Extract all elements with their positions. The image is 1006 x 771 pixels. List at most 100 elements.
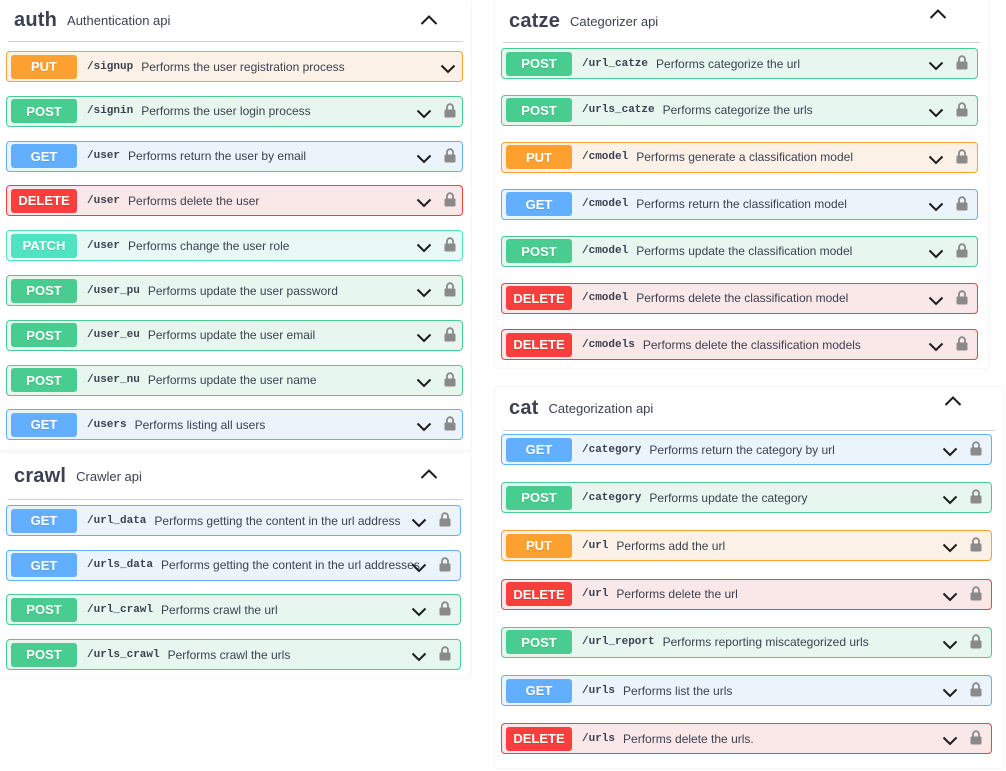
method-badge[interactable]: DELETE [11, 188, 77, 213]
chevron-down-icon[interactable] [411, 650, 427, 662]
chevron-down-icon[interactable] [942, 638, 958, 650]
lock-icon[interactable] [444, 327, 456, 342]
operation-put-row[interactable]: PUT/cmodel Performs generate a classifica… [501, 141, 978, 173]
operation-get-row[interactable]: GET/user Performs return the user by emai… [6, 140, 463, 172]
chevron-up-icon[interactable] [943, 393, 963, 409]
method-badge[interactable]: GET [11, 553, 77, 578]
chevron-down-icon[interactable] [928, 59, 944, 71]
lock-icon[interactable] [444, 192, 456, 207]
operation-get-row[interactable]: GET/url_data Performs getting the content… [6, 505, 461, 536]
chevron-down-icon[interactable] [928, 340, 944, 352]
method-badge[interactable]: DELETE [506, 286, 572, 310]
method-badge[interactable]: GET [11, 144, 77, 169]
chevron-down-icon[interactable] [411, 605, 427, 617]
lock-icon[interactable] [970, 586, 982, 601]
lock-icon[interactable] [970, 537, 982, 552]
lock-icon[interactable] [444, 103, 456, 118]
chevron-down-icon[interactable] [942, 734, 958, 746]
lock-icon[interactable] [956, 336, 968, 351]
chevron-down-icon[interactable] [942, 445, 958, 457]
operation-post-row[interactable]: POST/url_report Performs reporting miscat… [501, 626, 992, 658]
operation-post-row[interactable]: POST/urls_catze Performs categorize the u… [501, 94, 978, 126]
chevron-down-icon[interactable] [928, 200, 944, 212]
lock-icon[interactable] [439, 557, 451, 572]
tag-header-cat[interactable]: cat Categorization api [503, 387, 995, 431]
operation-get-row[interactable]: GET/users Performs listing all users [6, 409, 463, 441]
tag-header-auth[interactable]: auth Authentication api [8, 0, 463, 42]
operation-get-row[interactable]: GET/category Performs return the category… [501, 434, 992, 465]
method-badge[interactable]: POST [506, 239, 572, 264]
chevron-down-icon[interactable] [942, 590, 958, 602]
method-badge[interactable]: GET [506, 678, 572, 703]
method-badge[interactable]: POST [11, 642, 77, 667]
operation-post-row[interactable]: POST/cmodel Performs update the classific… [501, 235, 978, 267]
chevron-down-icon[interactable] [411, 561, 427, 573]
operation-put-row[interactable]: PUT/signup Performs the user registration… [6, 51, 463, 82]
method-badge[interactable]: POST [11, 368, 77, 393]
lock-icon[interactable] [970, 441, 982, 456]
method-badge[interactable]: DELETE [506, 582, 572, 607]
lock-icon[interactable] [970, 730, 982, 745]
lock-icon[interactable] [956, 55, 968, 70]
lock-icon[interactable] [956, 196, 968, 211]
chevron-down-icon[interactable] [416, 376, 432, 388]
method-badge[interactable]: PATCH [11, 233, 77, 258]
tag-header-crawl[interactable]: crawl Crawler api [8, 453, 463, 500]
operation-post-row[interactable]: POST/user_eu Performs update the user ema… [6, 319, 463, 351]
chevron-up-icon[interactable] [419, 12, 439, 28]
operation-post-row[interactable]: POST/category Performs update the categor… [501, 482, 992, 514]
method-badge[interactable]: POST [506, 51, 572, 76]
lock-icon[interactable] [970, 682, 982, 697]
lock-icon[interactable] [444, 148, 456, 163]
chevron-down-icon[interactable] [416, 286, 432, 298]
method-badge[interactable]: GET [11, 412, 77, 437]
operation-delete-row[interactable]: DELETE/cmodels Performs delete the classi… [501, 329, 978, 361]
method-badge[interactable]: POST [506, 630, 572, 655]
operation-patch-row[interactable]: PATCH/user Performs change the user role [6, 230, 463, 262]
chevron-up-icon[interactable] [419, 466, 439, 482]
operation-post-row[interactable]: POST/user_pu Performs update the user pas… [6, 275, 463, 306]
chevron-down-icon[interactable] [928, 153, 944, 165]
operation-get-row[interactable]: GET/urls Performs list the urls [501, 675, 992, 706]
operation-post-row[interactable]: POST/url_catze Performs categorize the ur… [501, 48, 978, 79]
method-badge[interactable]: POST [11, 323, 77, 348]
operation-get-row[interactable]: GET/urls_data Performs getting the conten… [6, 549, 461, 581]
chevron-down-icon[interactable] [440, 62, 456, 74]
chevron-down-icon[interactable] [928, 294, 944, 306]
chevron-down-icon[interactable] [942, 541, 958, 553]
operation-delete-row[interactable]: DELETE/url Performs delete the url [501, 578, 992, 610]
method-badge[interactable]: GET [506, 192, 572, 217]
lock-icon[interactable] [970, 634, 982, 649]
lock-icon[interactable] [439, 646, 451, 661]
operation-delete-row[interactable]: DELETE/urls Performs delete the urls. [501, 723, 992, 755]
tag-header-catze[interactable]: catze Categorizer api [503, 0, 980, 43]
chevron-down-icon[interactable] [416, 241, 432, 253]
operation-post-row[interactable]: POST/urls_crawl Performs crawl the urls [6, 639, 461, 671]
lock-icon[interactable] [970, 489, 982, 504]
chevron-down-icon[interactable] [928, 247, 944, 259]
lock-icon[interactable] [956, 149, 968, 164]
operation-delete-row[interactable]: DELETE/cmodel Performs delete the classif… [501, 282, 978, 314]
method-badge[interactable]: DELETE [506, 332, 572, 357]
method-badge[interactable]: GET [506, 437, 572, 462]
method-badge[interactable]: PUT [11, 54, 77, 79]
lock-icon[interactable] [444, 282, 456, 297]
operation-post-row[interactable]: POST/user_nu Performs update the user nam… [6, 364, 463, 396]
lock-icon[interactable] [956, 243, 968, 258]
chevron-down-icon[interactable] [411, 516, 427, 528]
chevron-down-icon[interactable] [928, 106, 944, 118]
chevron-down-icon[interactable] [416, 152, 432, 164]
method-badge[interactable]: PUT [506, 533, 572, 558]
chevron-down-icon[interactable] [942, 493, 958, 505]
chevron-down-icon[interactable] [416, 107, 432, 119]
chevron-down-icon[interactable] [942, 686, 958, 698]
method-badge[interactable]: POST [506, 485, 572, 510]
method-badge[interactable]: POST [11, 99, 77, 124]
lock-icon[interactable] [439, 512, 451, 527]
lock-icon[interactable] [956, 102, 968, 117]
method-badge[interactable]: POST [11, 278, 77, 303]
lock-icon[interactable] [444, 416, 456, 431]
method-badge[interactable]: GET [11, 508, 77, 533]
operation-get-row[interactable]: GET/cmodel Performs return the classifica… [501, 188, 978, 220]
chevron-down-icon[interactable] [416, 196, 432, 208]
